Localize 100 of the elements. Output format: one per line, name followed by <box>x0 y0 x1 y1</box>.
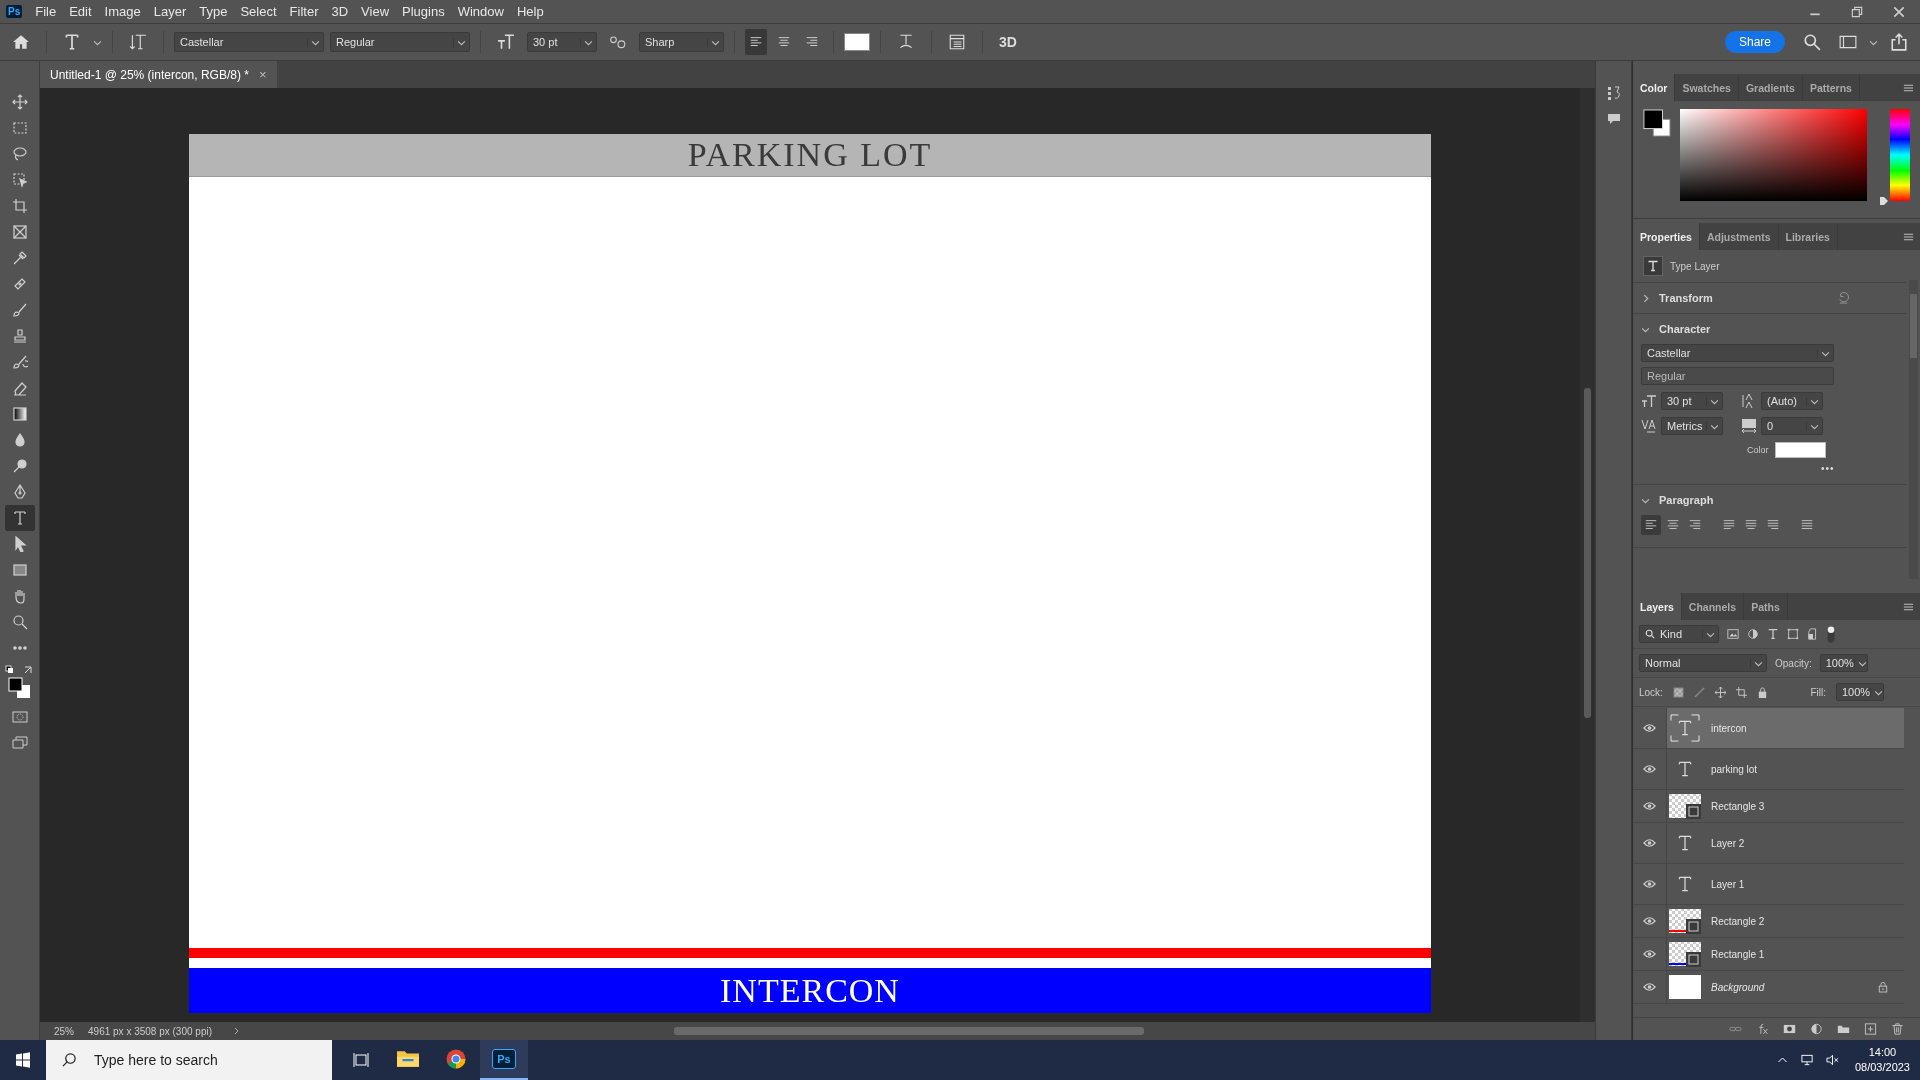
menu-item[interactable]: Layer <box>148 4 195 19</box>
menu-item[interactable]: Type <box>194 4 236 19</box>
panel-tab[interactable]: Libraries <box>1778 223 1838 250</box>
anti-alias-dropdown[interactable]: Sharp <box>639 32 724 52</box>
folder-icon[interactable] <box>1837 1023 1850 1035</box>
font-family-dropdown[interactable]: Castellar <box>1641 344 1834 362</box>
image-filter-icon[interactable] <box>1727 628 1739 640</box>
opacity-field[interactable]: 100% <box>1819 654 1868 672</box>
text-orientation-icon[interactable] <box>129 33 147 51</box>
panel-icon[interactable] <box>948 33 966 51</box>
new-layer-icon[interactable] <box>1864 1023 1877 1035</box>
vertical-scrollbar[interactable] <box>1580 88 1595 1022</box>
eye-icon[interactable] <box>1643 916 1656 926</box>
workspace-icon[interactable] <box>1839 33 1857 51</box>
share-button[interactable]: Share <box>1724 31 1785 53</box>
layer-row[interactable]: Rectangle 1 <box>1666 938 1904 970</box>
paragraph-align-button[interactable] <box>1641 515 1661 535</box>
tracking-field[interactable]: 0 <box>1761 417 1823 435</box>
foreground-background-swatch[interactable] <box>1643 109 1671 137</box>
menu-icon[interactable] <box>1903 82 1914 93</box>
color-field[interactable] <box>1679 109 1868 201</box>
lock-icon[interactable] <box>1756 686 1768 698</box>
menu-item[interactable]: Plugins <box>397 4 453 19</box>
filter-toggle[interactable] <box>1827 625 1835 643</box>
panel-tab[interactable]: Swatches <box>1675 74 1739 101</box>
adjustment-layer-icon[interactable] <box>1810 1023 1823 1035</box>
task-view-icon[interactable] <box>353 1052 369 1068</box>
eye-icon[interactable] <box>1643 879 1656 889</box>
quick-mask-icon[interactable] <box>11 709 28 725</box>
effects-icon[interactable] <box>1756 1023 1769 1035</box>
more-options-button[interactable]: ••• <box>1821 463 1835 474</box>
document-tab[interactable]: Untitled-1 @ 25% (intercon, RGB/8) * × <box>40 61 277 88</box>
type-tool-icon[interactable] <box>63 33 81 51</box>
tool-button[interactable] <box>4 505 35 531</box>
layer-row[interactable]: Layer 1 <box>1666 864 1904 904</box>
font-style-dropdown[interactable]: Regular <box>330 32 470 52</box>
home-icon[interactable] <box>12 33 30 51</box>
menu-item[interactable]: 3D <box>326 4 357 19</box>
restore-icon[interactable] <box>1850 4 1864 19</box>
panel-tab[interactable]: Channels <box>1681 593 1745 620</box>
layer-row[interactable]: Rectangle 3 <box>1666 790 1904 822</box>
panel-tab[interactable]: Properties <box>1633 223 1700 250</box>
color-swatches-icon[interactable] <box>4 665 35 699</box>
menu-item[interactable]: Window <box>452 4 512 19</box>
panel-tab[interactable]: Color <box>1633 74 1676 101</box>
history-icon[interactable] <box>1605 85 1622 101</box>
clock-time[interactable]: 14:00 <box>1868 1045 1897 1060</box>
lock-pixels-icon[interactable] <box>1672 686 1684 698</box>
artboard-icon[interactable] <box>1735 686 1747 698</box>
section-header[interactable]: Character <box>1633 314 1906 344</box>
chevron-right-icon[interactable] <box>232 1027 240 1035</box>
comment-icon[interactable] <box>1605 111 1622 127</box>
menu-item[interactable]: Edit <box>64 4 100 19</box>
layer-filter-dropdown[interactable]: Kind <box>1639 625 1719 643</box>
panel-tab[interactable]: Paths <box>1744 593 1788 620</box>
menu-item[interactable]: Help <box>511 4 552 19</box>
menu-item[interactable]: Filter <box>284 4 327 19</box>
menu-item[interactable]: Image <box>99 4 149 19</box>
search-icon[interactable] <box>1803 33 1821 51</box>
lock-icon[interactable] <box>1878 981 1888 993</box>
smart-object-filter-icon[interactable] <box>1807 628 1819 640</box>
3d-button[interactable]: 3D <box>999 34 1017 50</box>
screen-mode-icon[interactable] <box>11 735 28 751</box>
share-export-icon[interactable] <box>1890 33 1908 51</box>
panel-tab[interactable]: Gradients <box>1738 74 1803 101</box>
leading-field[interactable]: (Auto) <box>1761 392 1823 410</box>
layer-row[interactable]: Layer 2 <box>1666 823 1904 863</box>
eye-icon[interactable] <box>1643 764 1656 774</box>
section-header[interactable]: Paragraph <box>1633 485 1906 515</box>
slider-thumb[interactable] <box>1880 197 1889 206</box>
menu-icon[interactable] <box>1903 231 1914 242</box>
move-icon[interactable] <box>1714 686 1726 698</box>
panel-scrollbar[interactable] <box>1909 280 1918 579</box>
panel-tab[interactable]: Patterns <box>1802 74 1860 101</box>
section-header[interactable]: Transform <box>1633 283 1906 313</box>
text-color-swatch[interactable] <box>844 33 870 51</box>
app-logo[interactable]: Ps <box>6 5 23 18</box>
taskbar-app[interactable]: Ps <box>480 1040 528 1080</box>
mask-icon[interactable] <box>1783 1023 1796 1035</box>
menu-item[interactable]: File <box>30 4 65 19</box>
layer-row[interactable]: parking lot <box>1666 749 1904 789</box>
volume-muted-icon[interactable] <box>1825 1054 1839 1066</box>
close-icon[interactable] <box>1892 4 1906 19</box>
eye-icon[interactable] <box>1643 801 1656 811</box>
type-filter-icon[interactable] <box>1767 628 1779 640</box>
eye-icon[interactable] <box>1643 838 1656 848</box>
layer-row[interactable]: Rectangle 2 <box>1666 905 1904 937</box>
font-family-dropdown[interactable]: Castellar <box>174 32 324 52</box>
close-tab-button[interactable]: × <box>258 67 267 82</box>
adjustment-filter-icon[interactable] <box>1747 628 1759 640</box>
eye-icon[interactable] <box>1643 982 1656 992</box>
panel-tab[interactable]: Layers <box>1633 593 1682 620</box>
font-size-field[interactable]: 30 pt <box>1661 392 1723 410</box>
layer-row[interactable]: Background <box>1666 971 1904 1003</box>
network-icon[interactable] <box>1800 1054 1814 1066</box>
menu-icon[interactable] <box>1903 601 1914 612</box>
windows-start-icon[interactable] <box>15 1052 31 1068</box>
fill-field[interactable]: 100% <box>1836 683 1884 701</box>
eye-icon[interactable] <box>1643 949 1656 959</box>
trash-icon[interactable] <box>1891 1023 1904 1035</box>
